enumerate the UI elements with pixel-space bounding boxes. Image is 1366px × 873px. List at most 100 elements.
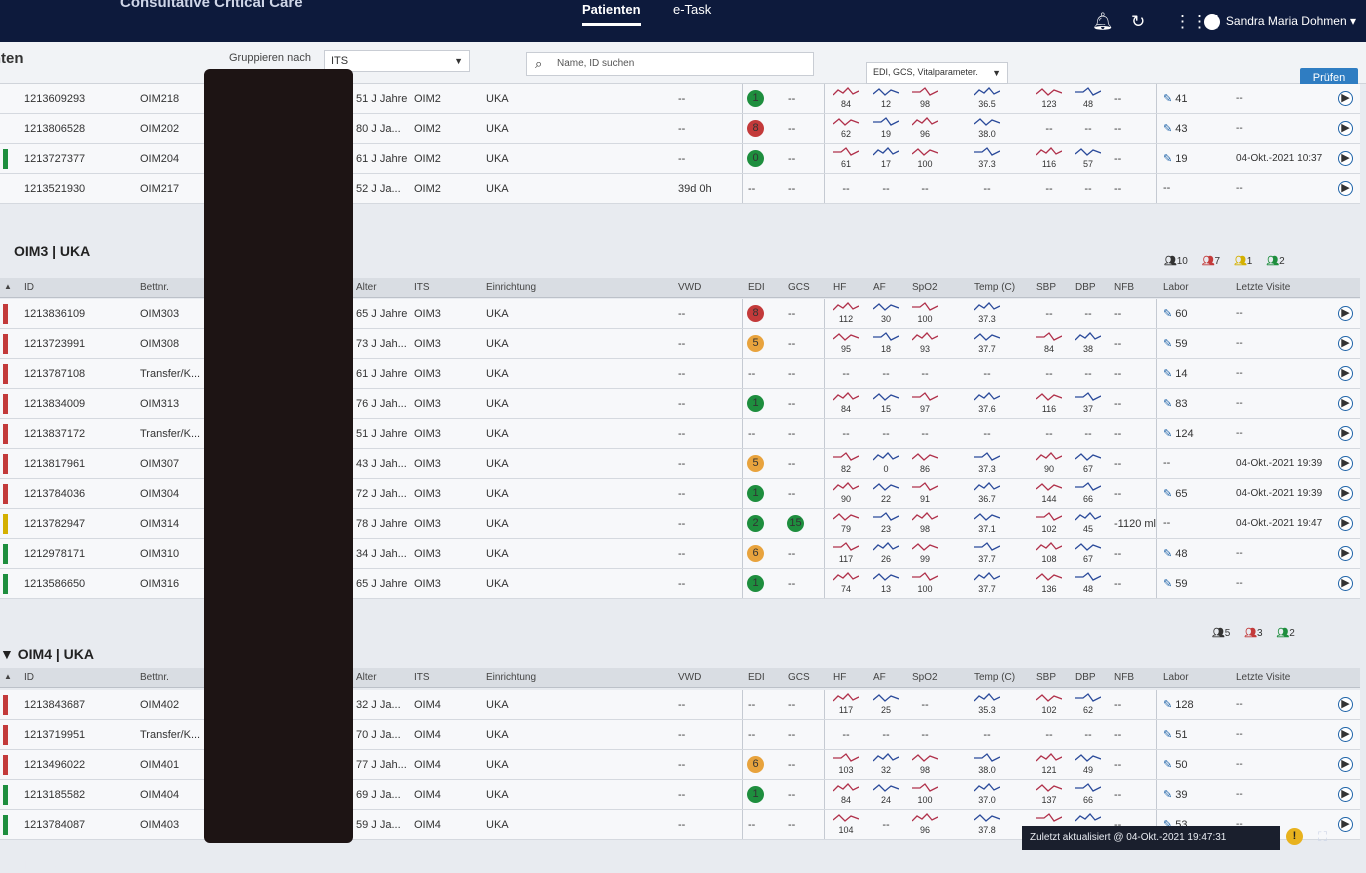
- header-temp[interactable]: Temp (C): [974, 282, 1015, 293]
- vital-spo2: --: [921, 699, 929, 711]
- header-dbp[interactable]: DBP: [1075, 282, 1096, 293]
- column-divider: [1156, 539, 1157, 568]
- header-nfb[interactable]: NFB: [1114, 282, 1134, 293]
- header-einr[interactable]: Einrichtung: [486, 672, 536, 683]
- video-call-icon[interactable]: ▶: [1338, 366, 1353, 381]
- video-call-icon[interactable]: ▶: [1338, 516, 1353, 531]
- sparkline-icon: [873, 117, 900, 126]
- header-nfb[interactable]: NFB: [1114, 672, 1134, 683]
- video-call-icon[interactable]: ▶: [1338, 151, 1353, 166]
- header-visite[interactable]: Letzte Visite: [1236, 672, 1290, 683]
- header-edi[interactable]: EDI: [748, 672, 765, 683]
- lab-cell[interactable]: ✎ 43: [1163, 122, 1188, 135]
- header-sbp[interactable]: SBP: [1036, 672, 1056, 683]
- lab-cell[interactable]: ✎ 65: [1163, 487, 1188, 500]
- lab-cell[interactable]: ✎ 39: [1163, 788, 1188, 801]
- header-hf[interactable]: HF: [833, 282, 846, 293]
- header-visite[interactable]: Letzte Visite: [1236, 282, 1290, 293]
- header-id[interactable]: ID: [24, 282, 34, 293]
- header-hf[interactable]: HF: [833, 672, 846, 683]
- cell-id: 1213719951: [24, 729, 86, 741]
- lab-cell[interactable]: ✎ 19: [1163, 152, 1188, 165]
- header-af[interactable]: AF: [873, 672, 886, 683]
- filter-select[interactable]: EDI, GCS, Vitalparameter. ▼: [866, 62, 1008, 84]
- video-call-icon[interactable]: ▶: [1338, 576, 1353, 591]
- vital-dbp: 62: [1075, 693, 1102, 715]
- sparkline-icon: [973, 302, 1001, 311]
- column-divider: [824, 569, 825, 598]
- sparkline-icon: [912, 783, 939, 792]
- lab-cell[interactable]: ✎ 51: [1163, 728, 1188, 741]
- video-call-icon[interactable]: ▶: [1338, 306, 1353, 321]
- tab-patienten[interactable]: Patienten: [582, 2, 641, 26]
- header-alter[interactable]: Alter: [356, 672, 377, 683]
- sparkline-icon: [872, 784, 900, 792]
- refresh-icon[interactable]: ↻: [1131, 12, 1145, 32]
- header-edi[interactable]: EDI: [748, 282, 765, 293]
- header-gcs[interactable]: GCS: [788, 282, 810, 293]
- header-its[interactable]: ITS: [414, 672, 430, 683]
- header-af[interactable]: AF: [873, 282, 886, 293]
- bell-icon[interactable]: 🔔︎: [1092, 12, 1114, 32]
- header-bett[interactable]: Bettnr.: [140, 282, 169, 293]
- lab-cell[interactable]: ✎ 83: [1163, 397, 1188, 410]
- video-call-icon[interactable]: ▶: [1338, 486, 1353, 501]
- header-bett[interactable]: Bettnr.: [140, 672, 169, 683]
- section-title[interactable]: OIM3 | UKA: [14, 243, 90, 259]
- vital-af: 24: [872, 783, 900, 805]
- video-call-icon[interactable]: ▶: [1338, 91, 1353, 106]
- cell-bett: OIM316: [140, 578, 180, 590]
- tab-etask[interactable]: e-Task: [673, 2, 711, 17]
- lab-cell[interactable]: --: [1163, 182, 1170, 194]
- video-call-icon[interactable]: ▶: [1338, 757, 1353, 772]
- header-labor[interactable]: Labor: [1163, 282, 1189, 293]
- sparkline-icon: [1035, 483, 1063, 491]
- video-call-icon[interactable]: ▶: [1338, 546, 1353, 561]
- video-call-icon[interactable]: ▶: [1338, 787, 1353, 802]
- lab-cell[interactable]: --: [1163, 457, 1170, 469]
- lab-cell[interactable]: ✎ 48: [1163, 547, 1188, 560]
- header-alter[interactable]: Alter: [356, 282, 377, 293]
- header-labor[interactable]: Labor: [1163, 672, 1189, 683]
- video-call-icon[interactable]: ▶: [1338, 426, 1353, 441]
- warning-icon[interactable]: !: [1286, 828, 1303, 845]
- lab-cell[interactable]: ✎ 60: [1163, 307, 1188, 320]
- sort-asc-icon[interactable]: ▲: [4, 672, 12, 681]
- section-title[interactable]: ▼ OIM4 | UKA: [0, 646, 94, 662]
- lab-cell[interactable]: --: [1163, 517, 1170, 529]
- search-input[interactable]: ⌕ Name, ID suchen: [526, 52, 814, 76]
- lab-cell[interactable]: ✎ 50: [1163, 758, 1188, 771]
- video-call-icon[interactable]: ▶: [1338, 697, 1353, 712]
- video-call-icon[interactable]: ▶: [1338, 396, 1353, 411]
- header-its[interactable]: ITS: [414, 282, 430, 293]
- network-icon[interactable]: ⛶: [1318, 829, 1327, 845]
- lab-cell[interactable]: ✎ 128: [1163, 698, 1194, 711]
- cell-id: 1213817961: [24, 458, 86, 470]
- header-einr[interactable]: Einrichtung: [486, 282, 536, 293]
- section-title-text: OIM3 | UKA: [14, 243, 91, 259]
- header-spo2[interactable]: SpO2: [912, 282, 938, 293]
- lab-cell[interactable]: ✎ 14: [1163, 367, 1188, 380]
- lab-cell[interactable]: ✎ 59: [1163, 577, 1188, 590]
- header-dbp[interactable]: DBP: [1075, 672, 1096, 683]
- header-gcs[interactable]: GCS: [788, 672, 810, 683]
- header-vwd[interactable]: VWD: [678, 282, 701, 293]
- video-call-icon[interactable]: ▶: [1338, 181, 1353, 196]
- video-call-icon[interactable]: ▶: [1338, 817, 1353, 832]
- video-call-icon[interactable]: ▶: [1338, 727, 1353, 742]
- header-id[interactable]: ID: [24, 672, 34, 683]
- user-menu[interactable]: Sandra Maria Dohmen ▾: [1203, 14, 1356, 30]
- video-call-icon[interactable]: ▶: [1338, 121, 1353, 136]
- video-call-icon[interactable]: ▶: [1338, 336, 1353, 351]
- cell-visite: --: [1236, 578, 1243, 589]
- video-call-icon[interactable]: ▶: [1338, 456, 1353, 471]
- header-spo2[interactable]: SpO2: [912, 672, 938, 683]
- sort-asc-icon[interactable]: ▲: [4, 282, 12, 291]
- header-temp[interactable]: Temp (C): [974, 672, 1015, 683]
- header-vwd[interactable]: VWD: [678, 672, 701, 683]
- vital-dbp: 66: [1075, 482, 1102, 504]
- lab-cell[interactable]: ✎ 124: [1163, 427, 1194, 440]
- lab-cell[interactable]: ✎ 59: [1163, 337, 1188, 350]
- lab-cell[interactable]: ✎ 41: [1163, 92, 1188, 105]
- header-sbp[interactable]: SBP: [1036, 282, 1056, 293]
